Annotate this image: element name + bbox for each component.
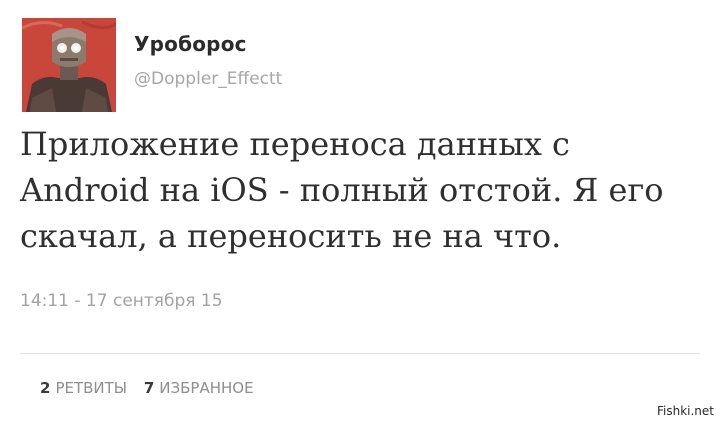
retweets-stat[interactable]: 2 РЕТВИТЫ (40, 379, 127, 397)
watermark: Fishki.net (656, 404, 714, 418)
divider (20, 353, 700, 354)
favorites-stat[interactable]: 7 ИЗБРАННОЕ (144, 379, 254, 397)
tweet-stats: 2 РЕТВИТЫ 7 ИЗБРАННОЕ (40, 379, 266, 397)
user-avatar[interactable] (22, 18, 116, 112)
robot-avatar-icon (22, 18, 116, 112)
tweet-timestamp[interactable]: 14:11 - 17 сентября 15 (20, 291, 223, 311)
retweets-count: 2 (40, 379, 51, 397)
tweet-text: Приложение переноса данных с Android на … (20, 125, 664, 255)
favorites-count: 7 (143, 379, 155, 397)
user-handle[interactable]: @Doppler_Effectt (134, 69, 282, 89)
retweets-label: РЕТВИТЫ (55, 379, 128, 397)
display-name[interactable]: Уроборос (134, 32, 247, 56)
favorites-label: ИЗБРАННОЕ (159, 379, 254, 397)
